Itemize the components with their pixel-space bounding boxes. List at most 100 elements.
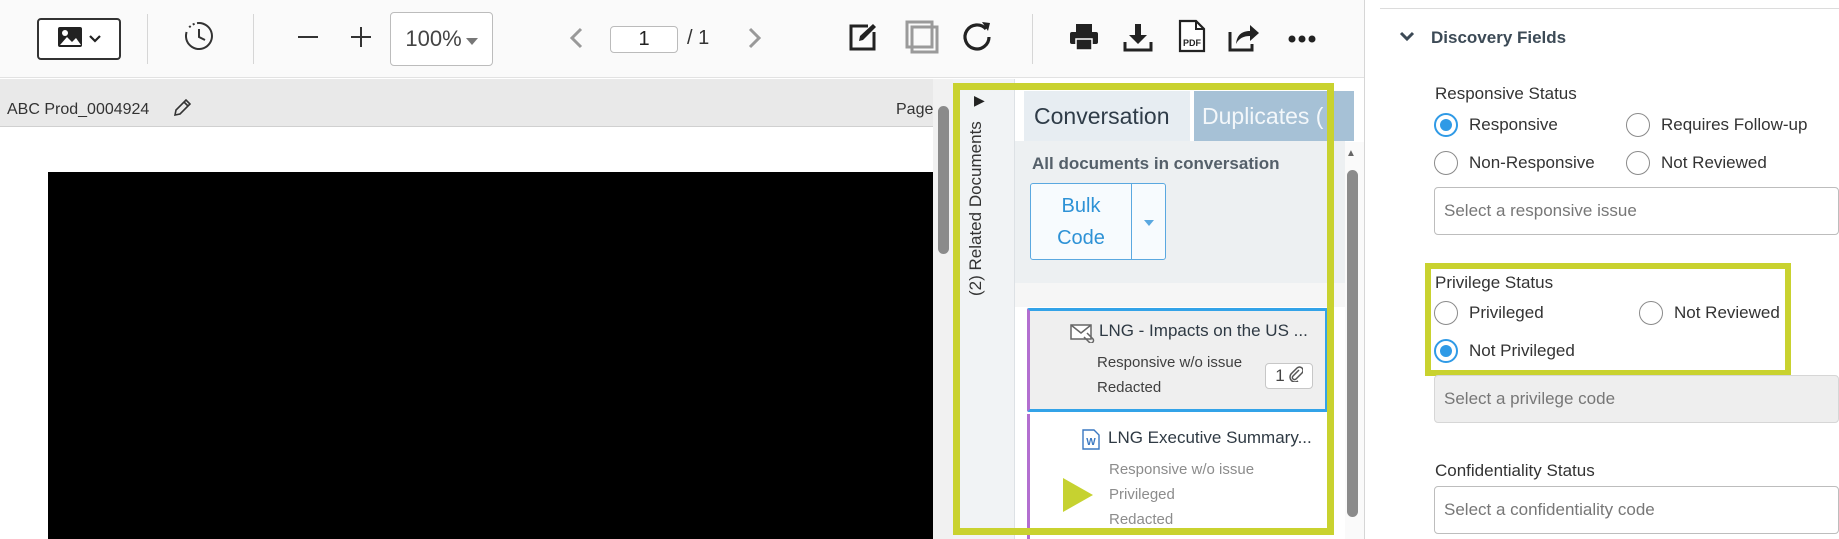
- share-button[interactable]: [1226, 21, 1262, 57]
- pdf-button[interactable]: PDF: [1175, 19, 1209, 57]
- annotate-button[interactable]: [846, 22, 880, 56]
- zoom-out-button[interactable]: [291, 22, 325, 56]
- next-page-button[interactable]: [741, 26, 769, 54]
- print-button[interactable]: [1067, 22, 1101, 56]
- overlay-icon: [904, 19, 940, 60]
- edit-icon: [848, 22, 878, 57]
- radio-label: Not Reviewed: [1674, 303, 1780, 322]
- bulk-code-label-line1: Bulk: [1061, 195, 1101, 217]
- radio-label: Privileged: [1469, 303, 1544, 322]
- radio-label: Not Privileged: [1469, 341, 1575, 360]
- zoom-select[interactable]: 100%: [390, 12, 493, 66]
- print-icon: [1069, 23, 1099, 56]
- confidentiality-status-label: Confidentiality Status: [1435, 461, 1595, 480]
- confidentiality-code-select[interactable]: Select a confidentiality code: [1434, 486, 1839, 534]
- conversation-header: All documents in conversation: [1032, 154, 1280, 173]
- chevron-down-icon: [1399, 29, 1415, 47]
- review-workspace: 100% / 1: [0, 0, 1839, 539]
- conversation-item-title: LNG - Impacts on the US ...: [1099, 321, 1308, 340]
- zoom-in-button[interactable]: [344, 22, 378, 56]
- page-number-input[interactable]: [610, 26, 678, 53]
- radio-button[interactable]: [1626, 151, 1650, 175]
- toolbar-divider: [253, 14, 254, 64]
- collapse-arrow-icon[interactable]: ▶: [974, 92, 985, 109]
- history-button[interactable]: [181, 20, 217, 56]
- conversation-item-status: Redacted: [1109, 511, 1174, 528]
- more-button[interactable]: [1284, 24, 1320, 54]
- confidentiality-code-placeholder: Select a confidentiality code: [1444, 500, 1655, 519]
- scroll-up-icon[interactable]: ▲: [1346, 148, 1356, 159]
- responsive-issue-select[interactable]: Select a responsive issue: [1434, 187, 1839, 235]
- privilege-code-select[interactable]: Select a privilege code: [1434, 375, 1839, 423]
- previous-page-button[interactable]: [562, 26, 590, 54]
- radio-label: Responsive: [1469, 115, 1558, 134]
- caret-down-icon: [465, 26, 478, 52]
- radio-button[interactable]: [1434, 301, 1458, 325]
- rotate-button[interactable]: [959, 20, 995, 56]
- rotate-icon: [961, 20, 993, 57]
- radio-requires-follow-up[interactable]: Requires Follow-up: [1626, 113, 1807, 137]
- chevron-down-icon: [89, 30, 101, 48]
- bulk-code-dropdown[interactable]: [1131, 183, 1166, 260]
- svg-text:PDF: PDF: [1183, 38, 1202, 48]
- bulk-code-button[interactable]: Bulk Code: [1030, 183, 1132, 260]
- radio-label: Non-Responsive: [1469, 153, 1595, 172]
- tab-label: Duplicates (: [1202, 102, 1324, 129]
- responsive-status-label: Responsive Status: [1435, 84, 1577, 103]
- panel-separator: [1015, 283, 1345, 307]
- radio-privilege-not-reviewed[interactable]: Not Reviewed: [1639, 301, 1780, 325]
- tab-label: Conversation: [1034, 102, 1170, 129]
- minus-icon: [296, 25, 320, 54]
- attachment-count: 1: [1275, 366, 1285, 385]
- more-icon: [1288, 30, 1316, 48]
- privilege-status-label: Privilege Status: [1435, 273, 1554, 292]
- radio-not-reviewed[interactable]: Not Reviewed: [1626, 151, 1767, 175]
- radio-button[interactable]: [1434, 151, 1458, 175]
- play-marker-icon: [1063, 478, 1093, 512]
- pdf-icon: PDF: [1178, 19, 1206, 58]
- related-scrollbar-thumb[interactable]: [1347, 170, 1358, 517]
- conversation-item-status: Responsive w/o issue: [1097, 354, 1243, 371]
- page-label: Page: [896, 101, 934, 118]
- radio-label: Not Reviewed: [1661, 153, 1767, 172]
- tab-conversation[interactable]: Conversation: [1024, 91, 1190, 141]
- toolbar-divider: [147, 14, 148, 64]
- zoom-value: 100%: [405, 26, 462, 51]
- attachment-count-badge[interactable]: 1: [1265, 363, 1313, 389]
- viewer-scrollbar-thumb[interactable]: [938, 106, 949, 254]
- radio-responsive[interactable]: Responsive: [1434, 113, 1558, 137]
- discovery-fields-header[interactable]: Discovery Fields: [1399, 28, 1566, 48]
- document-title: ABC Prod_0004924: [7, 101, 150, 118]
- pencil-icon[interactable]: [173, 98, 192, 122]
- discovery-fields-title: Discovery Fields: [1431, 28, 1567, 47]
- conversation-item-status: Privileged: [1109, 486, 1175, 503]
- toolbar-divider: [1032, 14, 1033, 64]
- share-icon: [1228, 22, 1260, 57]
- radio-button[interactable]: [1639, 301, 1663, 325]
- plus-icon: [349, 25, 373, 54]
- image-icon: [57, 26, 83, 53]
- radio-non-responsive[interactable]: Non-Responsive: [1434, 151, 1595, 175]
- email-attachment-icon: [1070, 323, 1096, 348]
- overlay-button[interactable]: [903, 20, 941, 58]
- viewer-toolbar: 100% / 1: [0, 0, 1364, 78]
- document-image: [48, 172, 933, 539]
- radio-not-privileged[interactable]: Not Privileged: [1434, 339, 1575, 363]
- conversation-item-status: Responsive w/o issue: [1109, 461, 1255, 478]
- download-button[interactable]: [1121, 21, 1155, 57]
- clock-history-icon: [183, 20, 215, 57]
- caret-down-icon: [1143, 213, 1154, 231]
- document-header: ABC Prod_0004924 Page: [0, 79, 933, 127]
- responsive-issue-placeholder: Select a responsive issue: [1444, 201, 1637, 220]
- radio-button[interactable]: [1434, 339, 1458, 363]
- svg-text:W: W: [1086, 437, 1096, 448]
- conversation-item-title: LNG Executive Summary...: [1108, 428, 1312, 447]
- radio-privileged[interactable]: Privileged: [1434, 301, 1544, 325]
- fields-divider: [1380, 8, 1839, 9]
- radio-button[interactable]: [1434, 113, 1458, 137]
- conversation-item-status: Redacted: [1097, 379, 1162, 396]
- image-mode-button[interactable]: [37, 18, 121, 60]
- download-icon: [1123, 22, 1153, 57]
- radio-button[interactable]: [1626, 113, 1650, 137]
- tab-duplicates[interactable]: Duplicates (: [1194, 91, 1354, 141]
